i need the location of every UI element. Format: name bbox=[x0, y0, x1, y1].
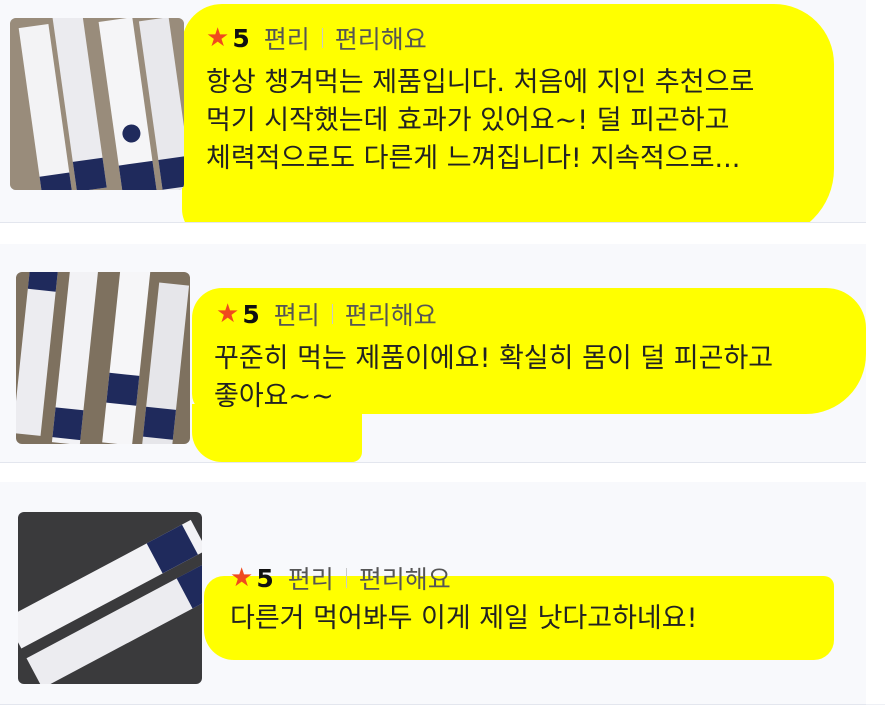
scroll-edge bbox=[866, 0, 885, 704]
review-line: 꾸준히 먹는 제품이에요! 확실히 몸이 덜 피곤하고 bbox=[214, 343, 774, 374]
card-divider bbox=[0, 222, 866, 244]
review-text[interactable]: 항상 챙겨먹는 제품입니다. 처음에 지인 추천으로 먹기 시작했는데 효과가 … bbox=[206, 64, 846, 178]
option-label: 편리 bbox=[273, 301, 320, 330]
review-meta: ★ 5 편리 편리해요 bbox=[206, 20, 427, 56]
card-divider bbox=[0, 462, 866, 482]
review-photo[interactable] bbox=[16, 272, 190, 444]
option-value: 편리해요 bbox=[334, 25, 427, 54]
review-line: 먹기 시작했는데 효과가 있어요~! 덜 피곤하고 bbox=[206, 105, 730, 136]
product-sticks-image bbox=[10, 18, 184, 190]
product-sticks-image bbox=[16, 272, 190, 444]
rating-score: 5 bbox=[232, 23, 250, 53]
review-card[interactable]: ★ 5 편리 편리해요 꾸준히 먹는 제품이에요! 확실히 몸이 덜 피곤하고 … bbox=[0, 244, 866, 463]
review-photo[interactable] bbox=[10, 18, 184, 190]
option-value: 편리해요 bbox=[358, 565, 451, 594]
review-line: 다른거 먹어봐두 이게 제일 낫다고하네요! bbox=[230, 603, 698, 634]
review-text[interactable]: 다른거 먹어봐두 이게 제일 낫다고하네요! bbox=[230, 600, 830, 638]
option-label: 편리 bbox=[263, 25, 310, 54]
review-meta: ★ 5 편리 편리해요 bbox=[216, 296, 437, 332]
review-line: 좋아요~~ bbox=[214, 381, 334, 412]
product-sticks-image bbox=[18, 512, 202, 684]
review-line: 항상 챙겨먹는 제품입니다. 처음에 지인 추천으로 bbox=[206, 67, 755, 98]
review-text[interactable]: 꾸준히 먹는 제품이에요! 확실히 몸이 덜 피곤하고 좋아요~~ bbox=[214, 340, 842, 416]
star-icon: ★ bbox=[230, 563, 254, 593]
option-label: 편리 bbox=[287, 565, 334, 594]
review-card[interactable]: ★ 5 편리 편리해요 다른거 먹어봐두 이게 제일 낫다고하네요! bbox=[0, 482, 866, 705]
divider bbox=[345, 568, 347, 588]
star-icon: ★ bbox=[216, 299, 240, 329]
rating-score: 5 bbox=[256, 563, 274, 593]
review-card[interactable]: ★ 5 편리 편리해요 항상 챙겨먹는 제품입니다. 처음에 지인 추천으로 먹… bbox=[0, 0, 866, 223]
divider bbox=[321, 28, 323, 48]
rating-score: 5 bbox=[242, 299, 260, 329]
review-meta: ★ 5 편리 편리해요 bbox=[230, 560, 451, 596]
review-photo[interactable] bbox=[18, 512, 202, 684]
star-icon: ★ bbox=[206, 23, 230, 53]
option-value: 편리해요 bbox=[344, 301, 437, 330]
review-line: 체력적으로도 다른게 느껴집니다! 지속적으로... bbox=[206, 143, 741, 174]
divider bbox=[331, 304, 333, 324]
